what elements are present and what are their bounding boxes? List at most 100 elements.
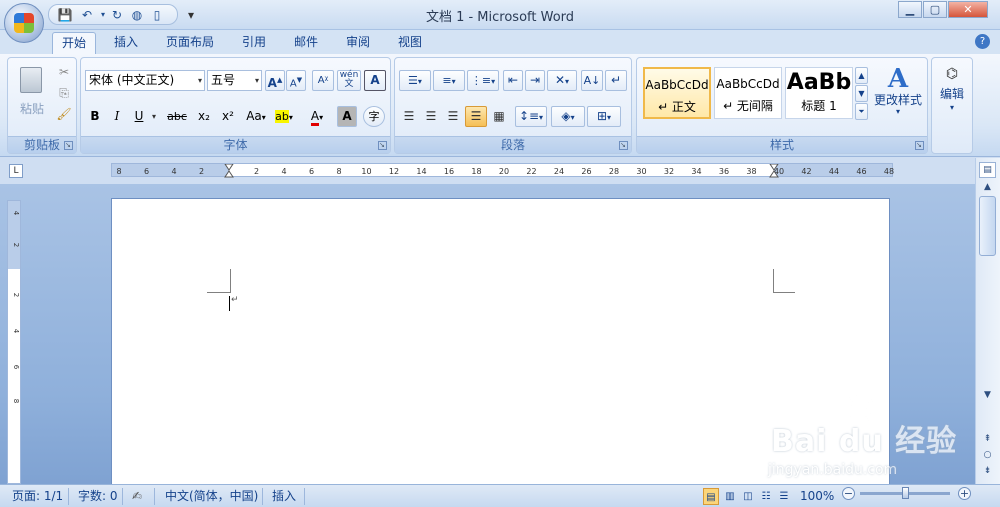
next-page-icon[interactable]: ⇟: [979, 464, 996, 478]
bullets-button[interactable]: ☰▾: [399, 70, 431, 91]
chinese-layout-button[interactable]: ✕▾: [547, 70, 577, 91]
word-count[interactable]: 字数: 0: [78, 488, 118, 505]
change-styles-button[interactable]: A 更改样式 ▾: [871, 64, 925, 128]
clear-format-button[interactable]: Aᵡ: [312, 70, 334, 91]
align-left-button[interactable]: ☰: [399, 106, 419, 127]
minimize-button[interactable]: ▁: [898, 1, 922, 18]
show-marks-button[interactable]: ↵: [605, 70, 627, 91]
scroll-down-icon[interactable]: ▼: [979, 388, 996, 402]
page-count[interactable]: 页面: 1/1: [12, 488, 63, 505]
maximize-button[interactable]: ▢: [923, 1, 947, 18]
browse-object-icon[interactable]: ○: [979, 448, 996, 462]
vertical-ruler[interactable]: 4 2 2 4 6 8: [7, 200, 21, 484]
font-size-combo[interactable]: 五号 ▾: [207, 70, 262, 91]
styles-more-icon[interactable]: ⏷: [855, 103, 868, 120]
increase-indent-button[interactable]: ⇥: [525, 70, 545, 91]
ruler-tick-label: 30: [636, 167, 646, 176]
insert-mode[interactable]: 插入: [272, 488, 296, 505]
tab-view[interactable]: 视图: [390, 32, 430, 54]
first-line-indent-marker[interactable]: [224, 164, 234, 178]
ruler-tick-label: 48: [884, 167, 894, 176]
numbering-button[interactable]: ≡▾: [433, 70, 465, 91]
style-normal[interactable]: AaBbCcDd ↵ 正文: [643, 67, 711, 119]
vruler-tick-label: 4: [12, 211, 20, 216]
ruler-toggle-icon[interactable]: ▤: [979, 162, 996, 178]
font-launcher-icon[interactable]: ↘: [378, 141, 387, 150]
language-indicator[interactable]: 中文(简体，中国): [165, 488, 258, 505]
print-layout-icon[interactable]: ▤: [703, 488, 719, 505]
tab-page-layout[interactable]: 页面布局: [160, 32, 220, 54]
cut-icon[interactable]: ✂: [54, 62, 74, 83]
full-screen-reading-icon[interactable]: ▥: [722, 488, 738, 505]
vertical-scrollbar[interactable]: ▤ ▲ ▼ ⇞ ○ ⇟: [975, 158, 1000, 484]
scroll-thumb[interactable]: [979, 196, 996, 256]
tab-selector-button[interactable]: L: [9, 164, 23, 178]
underline-dropdown-icon[interactable]: ▾: [149, 106, 159, 127]
office-logo-icon: [14, 13, 34, 33]
styles-group-label: 样式: [637, 136, 927, 153]
styles-scroll-up-icon[interactable]: ▲: [855, 67, 868, 84]
style-no-spacing[interactable]: AaBbCcDd ↵ 无间隔: [714, 67, 782, 119]
change-styles-icon: A: [887, 64, 909, 94]
outline-view-icon[interactable]: ☷: [758, 488, 774, 505]
horizontal-ruler[interactable]: 8 6 4 2 2 4 6 8 10 12 14 16 18 20 22 24 26 28 30 32 34 36 38 40…: [111, 163, 894, 178]
shrink-font-button[interactable]: A▼: [286, 70, 306, 91]
zoom-slider-knob[interactable]: [902, 487, 909, 499]
copy-icon[interactable]: ⎘: [54, 83, 74, 104]
styles-launcher-icon[interactable]: ↘: [915, 141, 924, 150]
margin-corner-top-right: [773, 269, 795, 293]
enclose-chars-button[interactable]: 字: [363, 106, 385, 127]
ruler-tick-label: 16: [444, 167, 454, 176]
underline-button[interactable]: U: [129, 106, 149, 127]
distribute-button[interactable]: ▦: [489, 106, 509, 127]
scroll-up-icon[interactable]: ▲: [979, 180, 996, 194]
office-button[interactable]: [4, 3, 44, 43]
proofing-icon[interactable]: ✍: [132, 488, 142, 505]
italic-button[interactable]: I: [107, 106, 127, 127]
clipboard-launcher-icon[interactable]: ↘: [64, 141, 73, 150]
paste-button[interactable]: 粘贴: [12, 62, 50, 118]
tab-references[interactable]: 引用: [234, 32, 274, 54]
ruler-tick-label: 38: [746, 167, 756, 176]
format-painter-icon[interactable]: 🖌: [54, 104, 74, 125]
line-spacing-button[interactable]: ↕≡▾: [515, 106, 547, 127]
highlight-button[interactable]: ab▾: [269, 106, 299, 127]
tab-insert[interactable]: 插入: [106, 32, 146, 54]
char-border-button[interactable]: A: [364, 70, 386, 91]
superscript-button[interactable]: x²: [217, 106, 239, 127]
decrease-indent-button[interactable]: ⇤: [503, 70, 523, 91]
close-button[interactable]: ✕: [948, 1, 988, 18]
justify-button[interactable]: ☰: [465, 106, 487, 127]
font-color-button[interactable]: A▾: [303, 106, 331, 127]
help-icon[interactable]: ?: [975, 34, 990, 49]
previous-page-icon[interactable]: ⇞: [979, 432, 996, 446]
editing-button[interactable]: ⌬ 编辑 ▾: [934, 62, 970, 126]
sort-button[interactable]: A↓: [581, 70, 603, 91]
shading-button[interactable]: ◈▾: [551, 106, 585, 127]
grow-font-button[interactable]: A▲: [265, 70, 285, 91]
vruler-tick-label: 2: [12, 293, 20, 297]
borders-button[interactable]: ⊞▾: [587, 106, 621, 127]
paragraph-launcher-icon[interactable]: ↘: [619, 141, 628, 150]
tab-review[interactable]: 审阅: [338, 32, 378, 54]
char-shading-button[interactable]: A: [337, 106, 357, 127]
zoom-out-icon[interactable]: −: [842, 487, 855, 500]
align-center-button[interactable]: ☰: [421, 106, 441, 127]
align-right-button[interactable]: ☰: [443, 106, 463, 127]
styles-scroll-down-icon[interactable]: ▼: [855, 85, 868, 102]
font-name-combo[interactable]: 宋体 (中文正文) ▾: [85, 70, 205, 91]
draft-view-icon[interactable]: ☰: [776, 488, 792, 505]
tab-home[interactable]: 开始: [52, 32, 96, 54]
pinyin-guide-button[interactable]: wén 文: [337, 70, 361, 91]
ruler-tick-label: 14: [416, 167, 426, 176]
web-layout-view-icon[interactable]: ◫: [740, 488, 756, 505]
subscript-button[interactable]: x₂: [193, 106, 215, 127]
change-case-button[interactable]: Aa▾: [241, 106, 271, 127]
zoom-in-icon[interactable]: +: [958, 487, 971, 500]
zoom-level[interactable]: 100%: [800, 488, 834, 505]
bold-button[interactable]: B: [85, 106, 105, 127]
strikethrough-button[interactable]: abc: [163, 106, 191, 127]
tab-mailings[interactable]: 邮件: [286, 32, 326, 54]
style-heading-1[interactable]: AaBb 标题 1: [785, 67, 853, 119]
multilevel-list-button[interactable]: ⋮≡▾: [467, 70, 499, 91]
